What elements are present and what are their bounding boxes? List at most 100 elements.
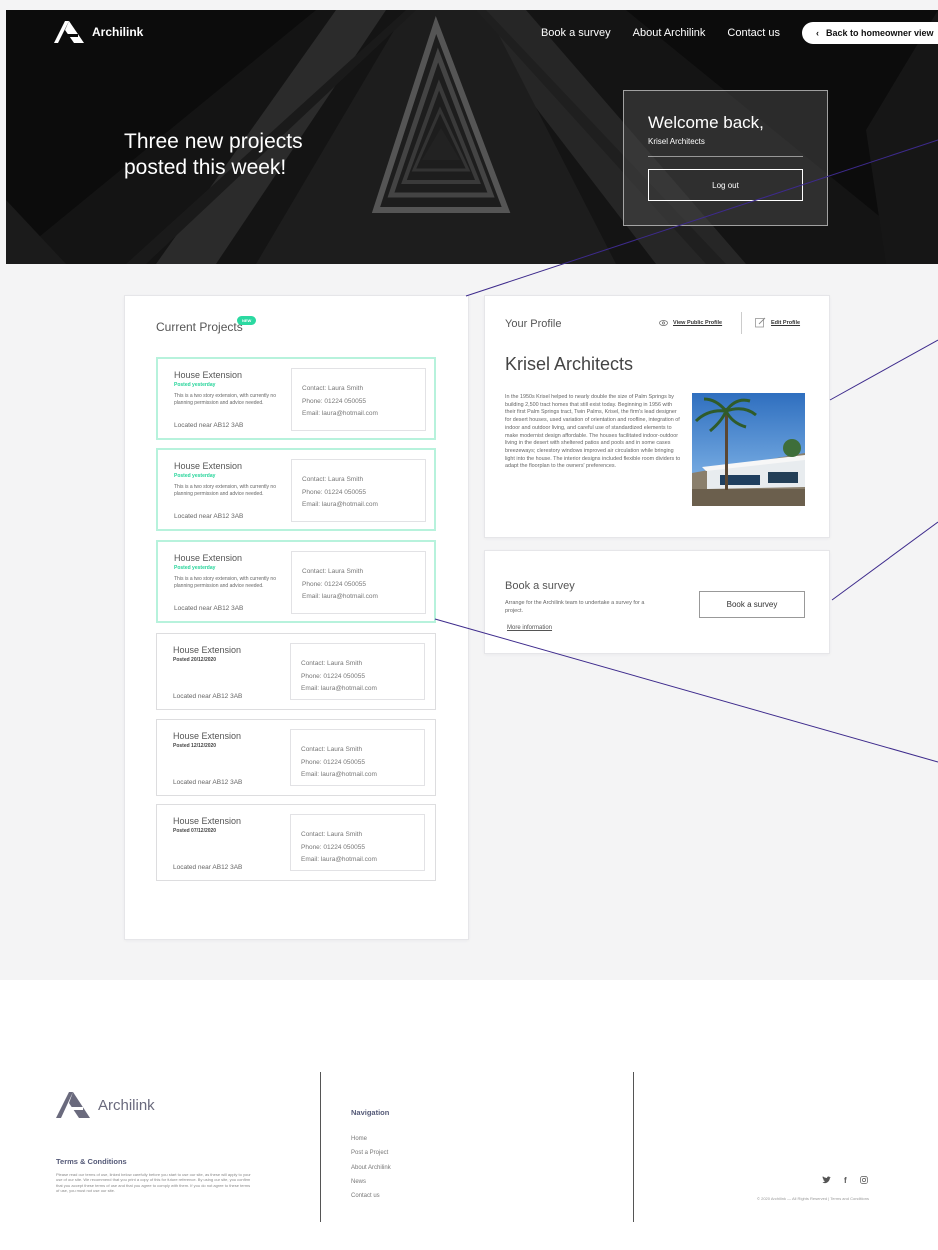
nav-book-survey[interactable]: Book a survey	[541, 27, 611, 39]
profile-photo	[692, 393, 805, 506]
project-card[interactable]: House Extension Posted yesterday This is…	[156, 540, 436, 623]
project-card[interactable]: House Extension Posted yesterday This is…	[156, 357, 436, 440]
footer-nav-news[interactable]: News	[351, 1179, 391, 1193]
project-location: Located near AB12 3AB	[174, 605, 244, 612]
welcome-user: Krisel Architects	[648, 137, 803, 157]
project-card[interactable]: House Extension Posted yesterday This is…	[156, 448, 436, 531]
footer-logo[interactable]: Archilink	[56, 1092, 155, 1118]
contact-email[interactable]: Email: laura@hotmail.com	[302, 499, 425, 512]
contact-email[interactable]: Email: laura@hotmail.com	[301, 854, 424, 867]
archilink-logo-icon	[56, 1092, 90, 1118]
edit-profile-link[interactable]: Edit Profile	[755, 317, 800, 328]
hero-title: Three new projects posted this week!	[124, 130, 303, 179]
project-location: Located near AB12 3AB	[174, 422, 244, 429]
contact-email[interactable]: Email: laura@hotmail.com	[301, 769, 424, 782]
logout-button[interactable]: Log out	[648, 169, 803, 201]
chevron-left-icon: ‹	[816, 28, 819, 38]
copyright: © 2020 Archilink — All Rights Reserved |…	[757, 1196, 869, 1201]
welcome-heading: Welcome back,	[648, 113, 764, 132]
project-contact-box: Contact: Laura Smith Phone: 01224 050055…	[291, 459, 426, 522]
contact-name: Contact: Laura Smith	[302, 476, 364, 483]
contact-phone: Phone: 01224 050055	[301, 758, 365, 766]
nav-about[interactable]: About Archilink	[633, 27, 706, 39]
footer-nav-post-project[interactable]: Post a Project	[351, 1150, 391, 1164]
project-card[interactable]: House Extension Posted 20/12/2020 Locate…	[156, 633, 436, 710]
project-title: House Extension	[173, 645, 242, 655]
project-posted: Posted yesterday	[174, 565, 216, 571]
contact-email[interactable]: Email: laura@hotmail.com	[302, 591, 425, 604]
projects-title: Current Projects	[156, 320, 243, 334]
terms-text: Please read our terms of use, linked bel…	[56, 1172, 251, 1193]
project-posted: Posted 20/12/2020	[173, 657, 217, 663]
brand-name: Archilink	[92, 25, 144, 39]
contact-name: Contact: Laura Smith	[301, 746, 363, 753]
contact-name: Contact: Laura Smith	[301, 831, 363, 838]
footer-nav-title: Navigation	[351, 1108, 390, 1117]
footer-divider	[633, 1072, 634, 1222]
survey-description: Arrange for the Archilink team to undert…	[505, 600, 645, 614]
footer-nav-list: Home Post a Project About Archilink News…	[351, 1136, 391, 1207]
project-description: This is a two story extension, with curr…	[174, 576, 276, 589]
facebook-icon[interactable]: f	[844, 1176, 847, 1185]
contact-phone: Phone: 01224 050055	[302, 397, 366, 405]
book-survey-panel: Book a survey Arrange for the Archilink …	[484, 550, 830, 654]
project-posted: Posted 12/12/2020	[173, 743, 217, 749]
contact-email[interactable]: Email: laura@hotmail.com	[302, 408, 425, 421]
contact-phone: Phone: 01224 050055	[301, 672, 365, 680]
profile-name: Krisel Architects	[505, 354, 634, 374]
project-title: House Extension	[174, 553, 243, 563]
view-public-profile-label: View Public Profile	[673, 320, 723, 326]
top-nav: Book a survey About Archilink Contact us…	[541, 22, 938, 44]
project-location: Located near AB12 3AB	[173, 864, 243, 871]
current-projects-panel: Current Projects NEW House Extension Pos…	[124, 295, 469, 940]
eye-icon	[659, 320, 668, 326]
terms-title: Terms & Conditions	[56, 1157, 127, 1166]
project-contact-box: Contact: Laura Smith Phone: 01224 050055…	[291, 368, 426, 431]
social-links: f	[822, 1176, 868, 1185]
project-posted: Posted yesterday	[174, 473, 216, 479]
more-information-link[interactable]: More information	[507, 625, 552, 631]
project-description: This is a two story extension, with curr…	[174, 484, 276, 497]
profile-actions-divider	[741, 312, 742, 334]
edit-icon	[755, 317, 766, 328]
contact-phone: Phone: 01224 050055	[301, 843, 365, 851]
book-survey-button[interactable]: Book a survey	[699, 591, 805, 618]
brand-logo[interactable]: Archilink	[54, 21, 143, 43]
contact-name: Contact: Laura Smith	[302, 568, 364, 575]
project-card[interactable]: House Extension Posted 07/12/2020 Locate…	[156, 804, 436, 881]
contact-name: Contact: Laura Smith	[302, 385, 364, 392]
footer-nav-contact[interactable]: Contact us	[351, 1193, 391, 1207]
project-card[interactable]: House Extension Posted 12/12/2020 Locate…	[156, 719, 436, 796]
survey-title: Book a survey	[505, 580, 575, 592]
project-posted: Posted yesterday	[174, 382, 216, 388]
archilink-logo-icon	[54, 21, 84, 43]
view-public-profile-link[interactable]: View Public Profile	[659, 320, 722, 326]
profile-title: Your Profile	[505, 318, 562, 330]
contact-name: Contact: Laura Smith	[301, 660, 363, 667]
contact-phone: Phone: 01224 050055	[302, 580, 366, 588]
instagram-icon[interactable]	[859, 1176, 868, 1184]
footer-nav-about[interactable]: About Archilink	[351, 1165, 391, 1179]
back-button-label: Back to homeowner view	[826, 28, 934, 38]
project-contact-box: Contact: Laura Smith Phone: 01224 050055…	[291, 551, 426, 614]
project-location: Located near AB12 3AB	[174, 513, 244, 520]
new-badge: NEW	[237, 316, 257, 325]
hero-banner: Archilink Book a survey About Archilink …	[6, 10, 938, 264]
project-title: House Extension	[173, 816, 242, 826]
profile-panel: Your Profile View Public Profile Edit Pr…	[484, 295, 830, 538]
project-contact-box: Contact: Laura Smith Phone: 01224 050055…	[290, 814, 425, 871]
project-contact-box: Contact: Laura Smith Phone: 01224 050055…	[290, 729, 425, 786]
footer: Archilink Terms & Conditions Please read…	[0, 980, 938, 1250]
project-posted: Posted 07/12/2020	[173, 828, 217, 834]
project-contact-box: Contact: Laura Smith Phone: 01224 050055…	[290, 643, 425, 700]
palm-house-image	[692, 393, 805, 506]
footer-nav-home[interactable]: Home	[351, 1136, 391, 1150]
profile-bio: In the 1950s Krisel helped to nearly dou…	[505, 394, 681, 470]
project-description: This is a two story extension, with curr…	[174, 393, 276, 406]
back-to-homeowner-button[interactable]: ‹ Back to homeowner view	[802, 22, 938, 44]
contact-email[interactable]: Email: laura@hotmail.com	[301, 683, 424, 696]
footer-brand-name: Archilink	[98, 1096, 155, 1114]
twitter-icon[interactable]	[822, 1176, 831, 1184]
project-title: House Extension	[174, 461, 243, 471]
nav-contact[interactable]: Contact us	[727, 27, 780, 39]
